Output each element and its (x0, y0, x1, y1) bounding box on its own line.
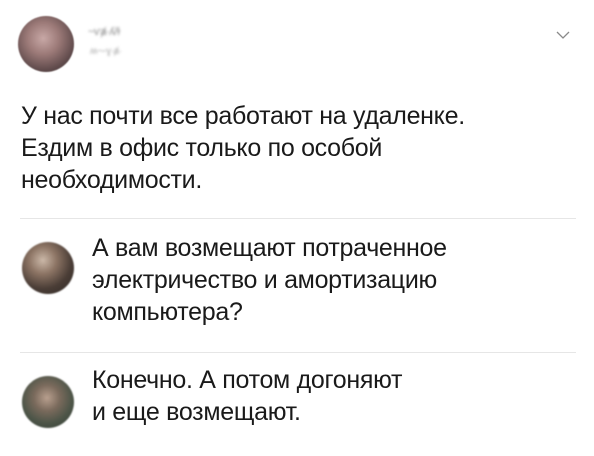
comment-text-line: Конечно. А потом догоняют (92, 366, 403, 394)
comment-text-line: А вам возмещают потраченное (92, 234, 447, 262)
comment-text: А вам возмещают потраченное электричеств… (92, 232, 572, 328)
comment-text-line: компьютера? (92, 298, 243, 326)
post-text-line: У нас почти все работают на удаленке. (21, 102, 465, 130)
author-handle: ʍ⁓ɣ·ⱥ· (90, 46, 122, 57)
post-header: ~ѵⱥ·ʎ/ɫ ʍ⁓ɣ·ⱥ· (18, 16, 578, 76)
comment-text-line: электричество и амортизацию (92, 266, 437, 294)
comment-text-line: и еще возмещают. (92, 398, 301, 426)
author-avatar[interactable] (18, 16, 74, 72)
commenter-avatar[interactable] (22, 376, 74, 428)
comment: А вам возмещают потраченное электричеств… (22, 232, 578, 344)
post-text-line: Ездим в офис только по особой (21, 134, 383, 162)
commenter-avatar[interactable] (22, 242, 74, 294)
divider (20, 352, 576, 353)
comment: Конечно. А потом догоняют и еще возмещаю… (22, 364, 578, 450)
post-text-line: необходимости. (21, 166, 202, 194)
comment-text: Конечно. А потом догоняют и еще возмещаю… (92, 364, 572, 428)
author-name[interactable]: ~ѵⱥ·ʎ/ɫ (88, 26, 120, 38)
post-text: У нас почти все работают на удаленке. Ез… (21, 100, 576, 196)
divider (20, 218, 576, 219)
post-card: ~ѵⱥ·ʎ/ɫ ʍ⁓ɣ·ⱥ· У нас почти все работают … (0, 0, 594, 456)
chevron-down-icon[interactable] (556, 30, 570, 40)
